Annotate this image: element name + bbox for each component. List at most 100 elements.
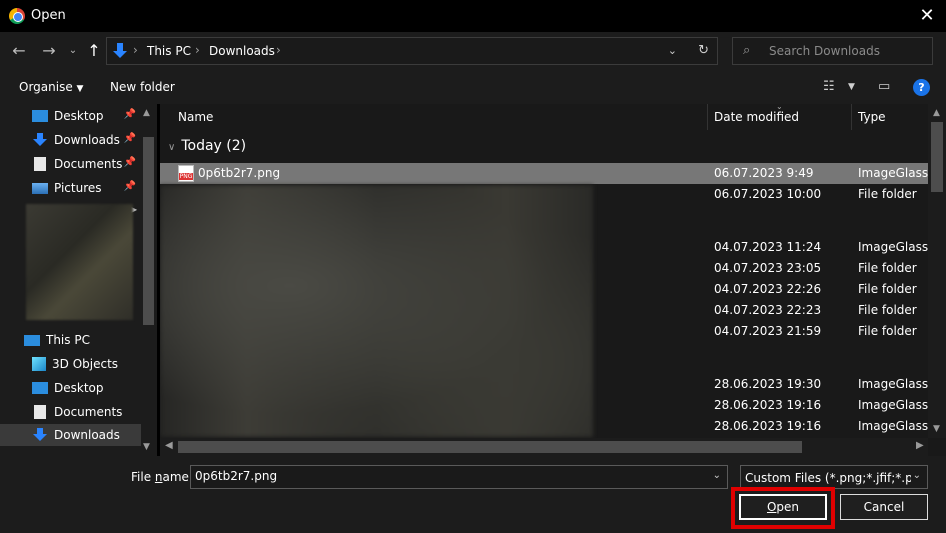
sidebar-item-downloads-pc[interactable]: Downloads xyxy=(0,424,141,446)
up-arrow-icon[interactable]: ↑ xyxy=(83,40,105,62)
view-options-icon[interactable]: ☷ xyxy=(823,79,835,94)
download-icon xyxy=(33,133,47,146)
open-accesskey: O xyxy=(766,500,777,514)
sidebar-item-label: Downloads xyxy=(54,428,120,442)
chevron-down-icon: ▼ xyxy=(76,84,84,94)
scroll-down-icon[interactable]: ▼ xyxy=(933,424,940,434)
window-title: Open xyxy=(31,8,66,23)
file-name-label-pre: File xyxy=(131,470,155,484)
sidebar-item-pictures[interactable]: Pictures 📌 xyxy=(32,177,140,199)
desktop-icon xyxy=(32,110,48,122)
file-type: ImageGlass P xyxy=(858,166,940,180)
file-name-label-accesskey: n xyxy=(154,470,163,484)
organise-label: Organise xyxy=(19,80,73,94)
file-date: 06.07.2023 10:00 xyxy=(714,187,822,201)
sidebar-item-label: Desktop xyxy=(54,109,104,123)
sidebar-item-this-pc[interactable]: This PC xyxy=(24,329,140,351)
sidebar-item-label: Documents xyxy=(54,157,123,171)
file-date: 04.07.2023 21:59 xyxy=(714,324,822,338)
scrollbar-thumb[interactable] xyxy=(143,137,154,325)
scroll-down-icon[interactable]: ▼ xyxy=(143,442,150,452)
sidebar-item-desktop[interactable]: Desktop 📌 xyxy=(32,105,140,127)
computer-icon xyxy=(24,334,40,346)
navigation-pane: Desktop 📌 Downloads 📌 Documents 📌 Pictur… xyxy=(0,104,157,456)
recent-locations-chevron-icon[interactable]: ⌄ xyxy=(62,40,84,62)
file-date: 04.07.2023 22:23 xyxy=(714,303,822,317)
breadcrumb-chevron-icon: › xyxy=(195,43,200,57)
group-header-today[interactable]: ∨ Today (2) xyxy=(168,138,246,154)
file-type-filter-value: Custom Files (*.png;*.jfif;*.pjpe xyxy=(745,471,911,485)
sidebar-item-downloads[interactable]: Downloads 📌 xyxy=(32,129,140,151)
sidebar-item-3d-objects[interactable]: 3D Objects xyxy=(32,353,140,375)
blurred-region xyxy=(26,204,133,320)
file-list-vertical-scrollbar[interactable]: ▲ ▼ xyxy=(928,104,946,438)
collapse-chevron-icon: ∨ xyxy=(168,142,176,153)
help-icon[interactable]: ? xyxy=(913,79,930,96)
group-label: Today (2) xyxy=(181,138,247,154)
scroll-up-icon[interactable]: ▲ xyxy=(143,108,150,118)
breadcrumb-this-pc[interactable]: This PC xyxy=(147,44,191,58)
sidebar-scrollbar[interactable]: ▲ ▼ xyxy=(141,104,157,456)
search-input[interactable] xyxy=(769,42,919,60)
column-header-name[interactable]: Name xyxy=(178,110,213,124)
column-divider[interactable] xyxy=(707,104,708,130)
sort-chevron-icon: ⌄ xyxy=(776,104,783,111)
cube-icon xyxy=(32,357,46,371)
chrome-icon xyxy=(9,8,25,24)
back-arrow-icon[interactable]: ← xyxy=(8,40,30,62)
breadcrumb-downloads[interactable]: Downloads xyxy=(209,44,275,58)
sidebar-item-documents-pc[interactable]: Documents xyxy=(32,401,140,423)
pin-icon: 📌 xyxy=(123,109,136,120)
blurred-region xyxy=(160,185,593,437)
file-date: 06.07.2023 9:49 xyxy=(714,166,814,180)
file-name: 0p6tb2r7.png xyxy=(198,166,281,180)
scrollbar-thumb[interactable] xyxy=(178,441,802,453)
chevron-down-icon[interactable]: ▼ xyxy=(848,82,855,92)
file-type: File folder xyxy=(858,282,917,296)
scroll-right-icon[interactable]: ▶ xyxy=(916,440,924,451)
file-list-horizontal-scrollbar[interactable]: ◀ ▶ xyxy=(160,438,928,456)
file-type: File folder xyxy=(858,303,917,317)
refresh-icon[interactable]: ↻ xyxy=(698,43,709,58)
file-name-input[interactable] xyxy=(195,469,695,483)
sidebar-item-label: Downloads xyxy=(54,133,120,147)
sidebar-item-documents[interactable]: Documents 📌 xyxy=(32,153,140,175)
scroll-left-icon[interactable]: ◀ xyxy=(165,440,173,451)
cancel-button[interactable]: Cancel xyxy=(840,494,928,520)
file-type-filter[interactable]: Custom Files (*.png;*.jfif;*.pjpe ⌄ xyxy=(740,465,928,489)
file-name-label: File name: xyxy=(131,470,193,484)
file-name-combo[interactable]: ⌄ xyxy=(190,465,728,489)
file-date: 04.07.2023 11:24 xyxy=(714,240,822,254)
scrollbar-thumb[interactable] xyxy=(931,122,943,192)
file-list: Name Date modified ⌄ Type ∨ Today (2) 0p6… xyxy=(160,104,946,456)
breadcrumb-chevron-icon: › xyxy=(133,43,138,57)
download-icon xyxy=(33,428,47,441)
documents-icon xyxy=(34,157,46,171)
scroll-up-icon[interactable]: ▲ xyxy=(933,108,940,118)
file-name-label-post: ame: xyxy=(162,470,193,484)
column-header-type[interactable]: Type xyxy=(858,110,886,124)
close-icon[interactable]: ✕ xyxy=(914,4,940,28)
column-divider[interactable] xyxy=(851,104,852,130)
chevron-down-icon[interactable]: ⌄ xyxy=(913,470,921,481)
search-box[interactable]: ⌕ xyxy=(732,37,933,65)
organise-menu[interactable]: Organise ▼ xyxy=(19,80,83,94)
pin-icon: 📌 xyxy=(123,133,136,144)
address-dropdown-icon[interactable]: ⌄ xyxy=(668,44,677,57)
column-header-date[interactable]: Date modified xyxy=(714,110,799,124)
new-folder-button[interactable]: New folder xyxy=(110,80,175,94)
address-bar[interactable]: › This PC › Downloads › ⌄ ↻ xyxy=(106,37,718,65)
file-date: 04.07.2023 23:05 xyxy=(714,261,822,275)
forward-arrow-icon[interactable]: → xyxy=(38,40,60,62)
sidebar-item-desktop-pc[interactable]: Desktop xyxy=(32,377,140,399)
file-row[interactable]: 0p6tb2r7.png 06.07.2023 9:49 ImageGlass … xyxy=(160,163,939,184)
preview-pane-icon[interactable]: ▭ xyxy=(878,79,890,94)
chevron-down-icon[interactable]: ⌄ xyxy=(713,470,721,481)
download-icon xyxy=(113,43,127,58)
open-button[interactable]: Open xyxy=(739,494,827,520)
file-type: File folder xyxy=(858,324,917,338)
navigation-bar: ← → ⌄ ↑ › This PC › Downloads › ⌄ ↻ ⌕ xyxy=(0,32,946,70)
pin-icon: 📌 xyxy=(123,157,136,168)
search-icon: ⌕ xyxy=(743,43,751,58)
png-file-icon xyxy=(178,165,194,182)
